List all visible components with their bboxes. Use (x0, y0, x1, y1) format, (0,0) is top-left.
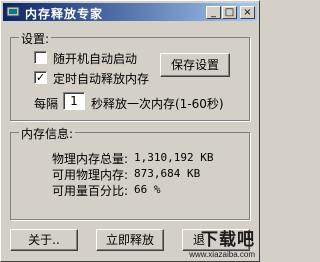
interval-prefix: 每隔 (34, 97, 59, 111)
available-percent-value: 66 % (134, 183, 161, 196)
memory-info-group: 内存信息: 物理内存总量: 1,310,192 KB 可用物理内存: 873,6… (10, 125, 250, 220)
watermark-text: 下载吧 (201, 230, 255, 250)
settings-group: 设置: 随开机自动启动 ✓ 定时自动释放内存 保存设置 每隔 1 秒释放一次内存… (10, 30, 250, 121)
minimize-button[interactable]: _ (206, 6, 221, 19)
interval-suffix: 秒释放一次内存(1-60秒) (91, 97, 224, 111)
release-now-button[interactable]: 立即释放 (96, 229, 164, 251)
chip-icon (6, 6, 20, 17)
total-memory-label: 物理内存总量: (52, 152, 129, 166)
available-percent-label: 可用量百分比: (52, 184, 129, 198)
close-button[interactable]: × (240, 6, 255, 19)
memory-legend: 内存信息: (19, 125, 76, 142)
watermark-logo: 下载吧 www.xiazaiba.com (189, 225, 255, 259)
available-memory-value: 873,684 KB (134, 167, 201, 180)
autostart-label[interactable]: 随开机自动启动 (53, 50, 137, 67)
check-mark-icon: ✓ (35, 71, 46, 84)
app-window: 内存释放专家 _ □ × 设置: 随开机自动启动 ✓ 定时自动释放内存 保存设置… (0, 0, 260, 262)
maximize-button[interactable]: □ (222, 6, 237, 19)
settings-legend: 设置: (19, 30, 52, 47)
watermark-url: www.xiazaiba.com (189, 250, 255, 259)
window-title: 内存释放专家 (25, 7, 104, 21)
total-memory-value: 1,310,192 KB (134, 151, 214, 164)
save-settings-button[interactable]: 保存设置 (160, 53, 230, 77)
auto-release-checkbox[interactable]: ✓ (34, 71, 47, 84)
available-memory-label: 可用物理内存: (52, 168, 129, 182)
interval-input[interactable]: 1 (63, 92, 85, 110)
about-button[interactable]: 关于.. (10, 229, 78, 251)
auto-release-label[interactable]: 定时自动释放内存 (53, 70, 149, 87)
title-bar[interactable]: 内存释放专家 _ □ × (3, 3, 257, 21)
autostart-checkbox[interactable] (34, 51, 47, 64)
